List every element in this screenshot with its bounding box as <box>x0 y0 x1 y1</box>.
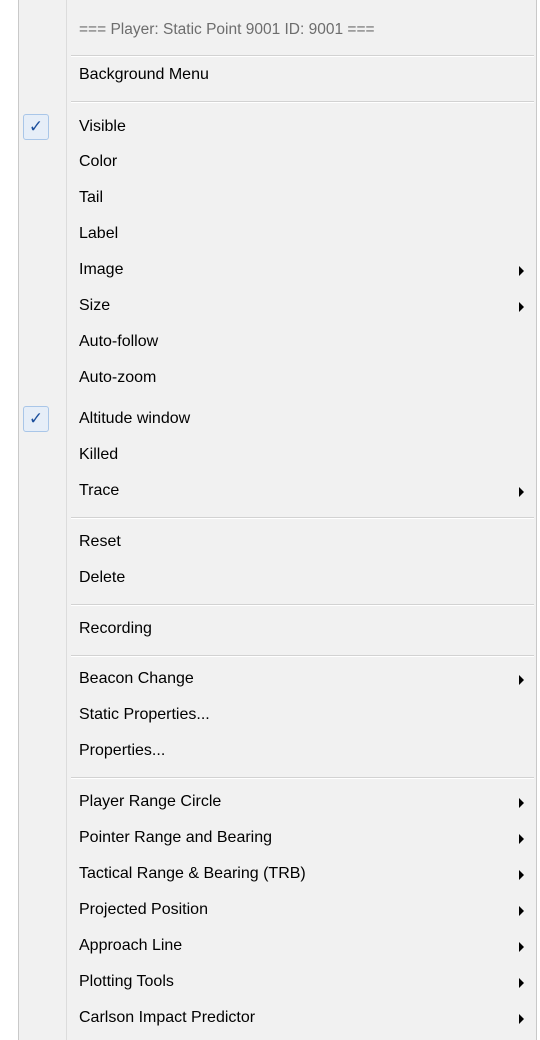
menu-item-label-text: Label <box>79 225 119 242</box>
submenu-arrow-icon <box>519 906 524 916</box>
menu-item-label: Static Properties... <box>79 706 210 723</box>
submenu-arrow-icon <box>519 870 524 880</box>
menu-item-visible[interactable]: ✓ Visible <box>19 109 536 145</box>
menu-item-altitude-window[interactable]: ✓ Altitude window <box>19 401 536 437</box>
menu-item-reset[interactable]: Reset <box>19 524 536 560</box>
menu-item-static-properties[interactable]: Static Properties... <box>19 697 536 733</box>
menu-item-label: Color <box>79 153 118 170</box>
submenu-arrow-icon <box>519 487 524 497</box>
menu-item-label: Tail <box>79 189 104 206</box>
menu-item-killed[interactable]: Killed <box>19 437 536 473</box>
menu-item-label: Plotting Tools <box>79 973 174 990</box>
menu-item-label: Projected Position <box>79 901 208 918</box>
menu-item-auto-follow[interactable]: Auto-follow <box>19 324 536 360</box>
menu-separator <box>71 517 534 519</box>
menu-item-label: Background Menu <box>79 66 209 83</box>
menu-item-carlson-impact-predictor[interactable]: Carlson Impact Predictor <box>19 1000 536 1036</box>
submenu-arrow-icon <box>519 1014 524 1024</box>
submenu-arrow-icon <box>519 978 524 988</box>
menu-separator <box>71 101 534 103</box>
menu-item-beacon-change[interactable]: Beacon Change <box>19 661 536 697</box>
menu-item-label: Delete <box>79 569 126 586</box>
menu-separator <box>71 604 534 606</box>
menu-item-trace[interactable]: Trace <box>19 473 536 509</box>
menu-item-label: Tactical Range & Bearing (TRB) <box>79 865 306 882</box>
menu-item-image[interactable]: Image <box>19 252 536 288</box>
checkmark-icon: ✓ <box>23 406 49 432</box>
menu-item-label: Carlson Impact Predictor <box>79 1009 256 1026</box>
submenu-arrow-icon <box>519 675 524 685</box>
menu-item-color[interactable]: Color <box>19 144 536 180</box>
menu-item-label: Beacon Change <box>79 670 194 687</box>
menu-item-label: Approach Line <box>79 937 183 954</box>
menu-item-label: Visible <box>79 118 126 135</box>
menu-item-label: Size <box>79 297 111 314</box>
menu-item-projected-position[interactable]: Projected Position <box>19 892 536 928</box>
menu-item-label: Pointer Range and Bearing <box>79 829 273 846</box>
menu-item-label: Killed <box>79 446 119 463</box>
checkmark-icon: ✓ <box>23 114 49 140</box>
submenu-arrow-icon <box>519 302 524 312</box>
menu-item-recording[interactable]: Recording <box>19 611 536 647</box>
menu-item-tail[interactable]: Tail <box>19 180 536 216</box>
submenu-arrow-icon <box>519 942 524 952</box>
menu-item-auto-zoom[interactable]: Auto-zoom <box>19 360 536 396</box>
context-menu: === Player: Static Point 9001 ID: 9001 =… <box>18 0 537 1040</box>
menu-item-label: Auto-follow <box>79 333 159 350</box>
menu-item-label: Recording <box>79 620 152 637</box>
menu-item-label[interactable]: Label <box>19 216 536 252</box>
submenu-arrow-icon <box>519 834 524 844</box>
menu-item-label: Reset <box>79 533 121 550</box>
menu-separator <box>71 777 534 779</box>
menu-item-label: Player Range Circle <box>79 793 222 810</box>
menu-item-size[interactable]: Size <box>19 288 536 324</box>
menu-item-label: Properties... <box>79 742 166 759</box>
menu-header-label: === Player: Static Point 9001 ID: 9001 =… <box>79 21 375 38</box>
menu-item-approach-line[interactable]: Approach Line <box>19 928 536 964</box>
menu-item-label: Trace <box>79 482 120 499</box>
menu-item-label: Image <box>79 261 124 278</box>
menu-item-background-menu[interactable]: Background Menu <box>19 57 536 93</box>
menu-item-plotting-tools[interactable]: Plotting Tools <box>19 964 536 1000</box>
menu-item-delete[interactable]: Delete <box>19 560 536 596</box>
menu-item-pointer-range-bearing[interactable]: Pointer Range and Bearing <box>19 820 536 856</box>
menu-separator <box>71 655 534 657</box>
menu-item-properties[interactable]: Properties... <box>19 733 536 769</box>
menu-item-player-range-circle[interactable]: Player Range Circle <box>19 784 536 820</box>
submenu-arrow-icon <box>519 798 524 808</box>
menu-item-label: Altitude window <box>79 410 191 427</box>
menu-item-tactical-range-bearing[interactable]: Tactical Range & Bearing (TRB) <box>19 856 536 892</box>
submenu-arrow-icon <box>519 266 524 276</box>
menu-header-player-info: === Player: Static Point 9001 ID: 9001 =… <box>19 12 536 48</box>
menu-item-label: Auto-zoom <box>79 369 157 386</box>
